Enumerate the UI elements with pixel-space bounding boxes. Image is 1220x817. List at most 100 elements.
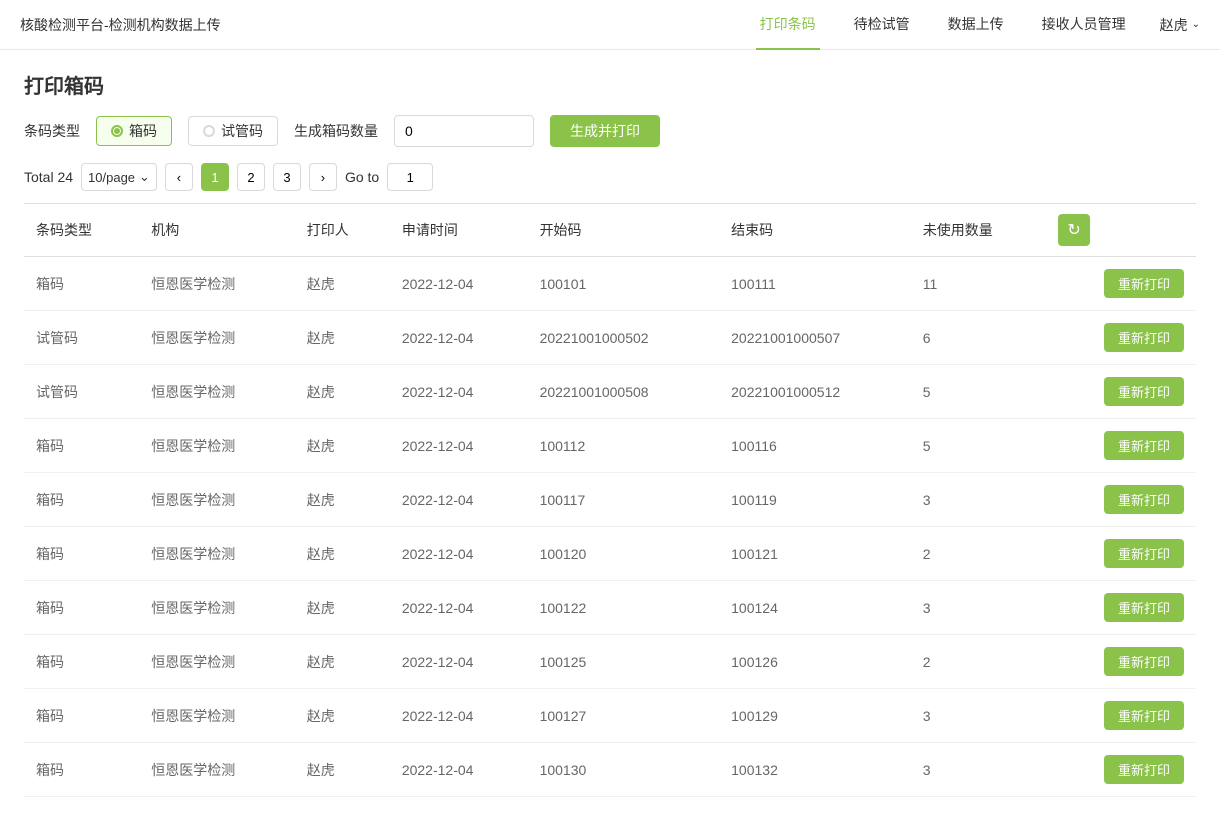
nav-item-pending[interactable]: 待检试管 xyxy=(850,0,914,50)
cell-printer: 赵虎 xyxy=(295,311,390,365)
reprint-button[interactable]: 重新打印 xyxy=(1104,377,1184,406)
next-page-button[interactable]: › xyxy=(309,163,337,191)
col-header-type: 条码类型 xyxy=(24,204,139,257)
reprint-button[interactable]: 重新打印 xyxy=(1104,269,1184,298)
reprint-button[interactable]: 重新打印 xyxy=(1104,701,1184,730)
cell-start: 100117 xyxy=(528,473,720,527)
cell-time: 2022-12-04 xyxy=(390,743,528,797)
col-header-end: 结束码 xyxy=(719,204,911,257)
cell-org: 恒恩医学检测 xyxy=(139,473,295,527)
nav-item-upload[interactable]: 数据上传 xyxy=(944,0,1008,50)
cell-end: 100126 xyxy=(719,635,911,689)
col-header-printer: 打印人 xyxy=(295,204,390,257)
radio-box[interactable]: 箱码 xyxy=(96,116,172,146)
cell-printer: 赵虎 xyxy=(295,527,390,581)
cell-end: 20221001000512 xyxy=(719,365,911,419)
cell-start: 100125 xyxy=(528,635,720,689)
cell-end: 20221001000507 xyxy=(719,311,911,365)
filter-bar: 条码类型 箱码 试管码 生成箱码数量 生成并打印 xyxy=(24,115,1196,147)
cell-end: 100132 xyxy=(719,743,911,797)
cell-org: 恒恩医学检测 xyxy=(139,743,295,797)
cell-action: 重新打印 xyxy=(1046,419,1196,473)
cell-org: 恒恩医学检测 xyxy=(139,257,295,311)
table-row: 箱码 恒恩医学检测 赵虎 2022-12-04 100122 100124 3 … xyxy=(24,581,1196,635)
header: 核酸检测平台-检测机构数据上传 打印条码 待检试管 数据上传 接收人员管理 赵虎… xyxy=(0,0,1220,50)
reprint-button[interactable]: 重新打印 xyxy=(1104,539,1184,568)
cell-time: 2022-12-04 xyxy=(390,527,528,581)
refresh-button[interactable]: ↻ xyxy=(1058,214,1090,246)
cell-printer: 赵虎 xyxy=(295,257,390,311)
cell-unused: 3 xyxy=(911,473,1046,527)
gen-print-button[interactable]: 生成并打印 xyxy=(550,115,660,147)
nav-user[interactable]: 赵虎 ⌄ xyxy=(1160,15,1200,35)
cell-end: 100119 xyxy=(719,473,911,527)
cell-end: 100129 xyxy=(719,689,911,743)
reprint-button[interactable]: 重新打印 xyxy=(1104,323,1184,352)
table-row: 箱码 恒恩医学检测 赵虎 2022-12-04 100117 100119 3 … xyxy=(24,473,1196,527)
data-table: 条码类型 机构 打印人 申请时间 开始码 结束码 未使用数量 ↻ 箱码 恒恩医学… xyxy=(24,203,1196,797)
table-row: 试管码 恒恩医学检测 赵虎 2022-12-04 20221001000502 … xyxy=(24,311,1196,365)
cell-unused: 2 xyxy=(911,635,1046,689)
cell-unused: 5 xyxy=(911,365,1046,419)
nav-user-name: 赵虎 xyxy=(1160,15,1188,35)
cell-time: 2022-12-04 xyxy=(390,635,528,689)
cell-time: 2022-12-04 xyxy=(390,311,528,365)
page-size-chevron: ⌄ xyxy=(139,169,150,185)
table-row: 箱码 恒恩医学检测 赵虎 2022-12-04 100127 100129 3 … xyxy=(24,689,1196,743)
qty-label: 生成箱码数量 xyxy=(294,121,378,141)
goto-label: Go to xyxy=(345,169,379,185)
nav-item-print[interactable]: 打印条码 xyxy=(756,0,820,50)
page-btn-2[interactable]: 2 xyxy=(237,163,265,191)
table-row: 箱码 恒恩医学检测 赵虎 2022-12-04 100120 100121 2 … xyxy=(24,527,1196,581)
prev-page-button[interactable]: ‹ xyxy=(165,163,193,191)
cell-time: 2022-12-04 xyxy=(390,689,528,743)
cell-printer: 赵虎 xyxy=(295,581,390,635)
col-header-time: 申请时间 xyxy=(390,204,528,257)
cell-action: 重新打印 xyxy=(1046,689,1196,743)
cell-time: 2022-12-04 xyxy=(390,365,528,419)
chevron-down-icon: ⌄ xyxy=(1192,19,1200,30)
table-row: 试管码 恒恩医学检测 赵虎 2022-12-04 20221001000508 … xyxy=(24,365,1196,419)
total-count: Total 24 xyxy=(24,169,73,185)
reprint-button[interactable]: 重新打印 xyxy=(1104,485,1184,514)
cell-start: 100127 xyxy=(528,689,720,743)
page-btn-1[interactable]: 1 xyxy=(201,163,229,191)
reprint-button[interactable]: 重新打印 xyxy=(1104,647,1184,676)
qty-input[interactable] xyxy=(394,115,534,147)
col-header-unused: 未使用数量 xyxy=(911,204,1046,257)
cell-org: 恒恩医学检测 xyxy=(139,635,295,689)
page-title: 打印箱码 xyxy=(24,70,1196,99)
table-row: 箱码 恒恩医学检测 赵虎 2022-12-04 100125 100126 2 … xyxy=(24,635,1196,689)
table-row: 箱码 恒恩医学检测 赵虎 2022-12-04 100101 100111 11… xyxy=(24,257,1196,311)
nav-item-receiver[interactable]: 接收人员管理 xyxy=(1038,0,1130,50)
cell-unused: 6 xyxy=(911,311,1046,365)
cell-time: 2022-12-04 xyxy=(390,581,528,635)
radio-tube-label: 试管码 xyxy=(221,121,263,141)
cell-action: 重新打印 xyxy=(1046,365,1196,419)
radio-dot-tube xyxy=(203,125,215,137)
goto-input[interactable] xyxy=(387,163,433,191)
cell-type: 箱码 xyxy=(24,257,139,311)
cell-end: 100116 xyxy=(719,419,911,473)
cell-type: 箱码 xyxy=(24,581,139,635)
cell-unused: 3 xyxy=(911,743,1046,797)
reprint-button[interactable]: 重新打印 xyxy=(1104,593,1184,622)
cell-action: 重新打印 xyxy=(1046,527,1196,581)
cell-unused: 3 xyxy=(911,689,1046,743)
cell-type: 箱码 xyxy=(24,635,139,689)
cell-start: 100130 xyxy=(528,743,720,797)
reprint-button[interactable]: 重新打印 xyxy=(1104,431,1184,460)
cell-action: 重新打印 xyxy=(1046,257,1196,311)
cell-unused: 2 xyxy=(911,527,1046,581)
cell-unused: 3 xyxy=(911,581,1046,635)
cell-printer: 赵虎 xyxy=(295,365,390,419)
radio-box-label: 箱码 xyxy=(129,121,157,141)
page-size-select[interactable]: 10/page ⌄ xyxy=(81,163,157,191)
page-content: 打印箱码 条码类型 箱码 试管码 生成箱码数量 生成并打印 Total 24 1… xyxy=(0,50,1220,817)
reprint-button[interactable]: 重新打印 xyxy=(1104,755,1184,784)
table-row: 箱码 恒恩医学检测 赵虎 2022-12-04 100112 100116 5 … xyxy=(24,419,1196,473)
cell-org: 恒恩医学检测 xyxy=(139,419,295,473)
col-header-start: 开始码 xyxy=(528,204,720,257)
page-btn-3[interactable]: 3 xyxy=(273,163,301,191)
radio-tube[interactable]: 试管码 xyxy=(188,116,278,146)
